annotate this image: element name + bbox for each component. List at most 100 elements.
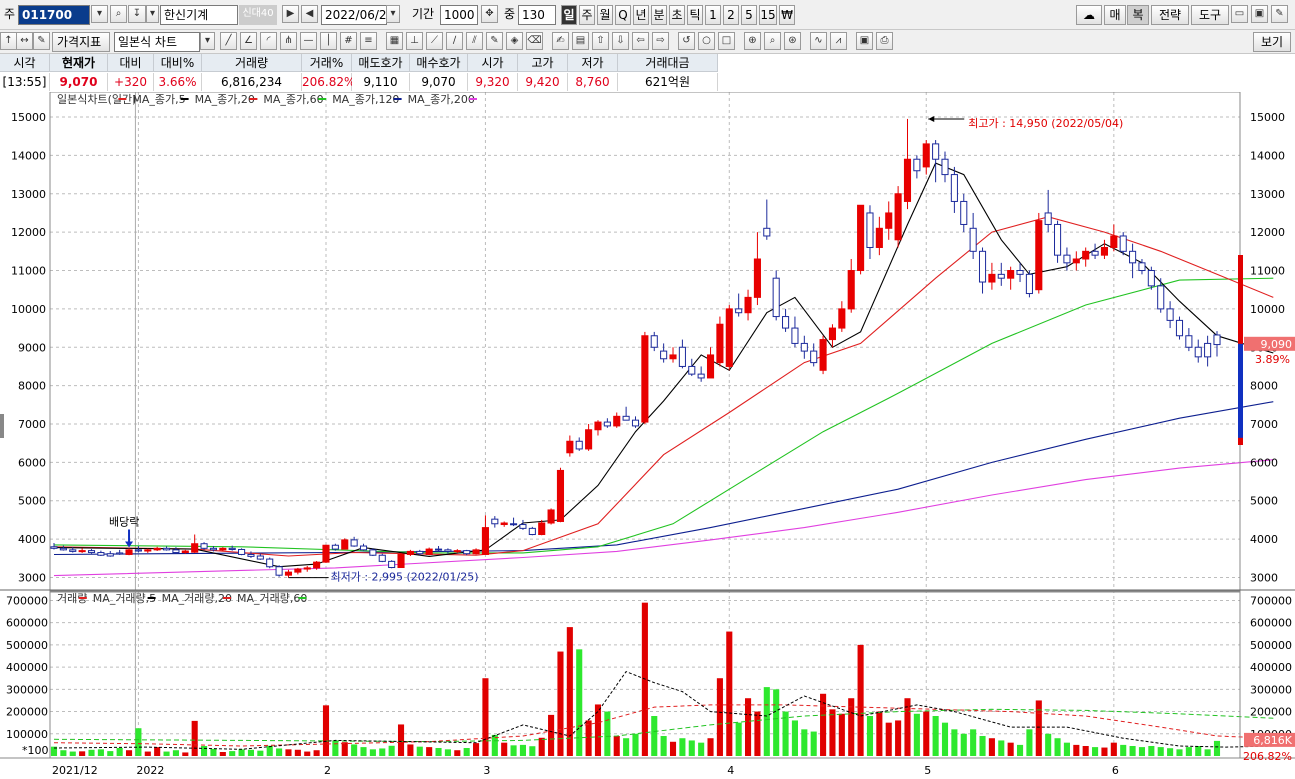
tools-button[interactable]: 도구 xyxy=(1191,5,1229,25)
rewind-icon[interactable]: ◀ xyxy=(301,5,318,23)
fibo-icon[interactable]: ≡ xyxy=(360,32,377,50)
wrench-icon[interactable]: ✎ xyxy=(1271,5,1288,23)
period-input[interactable]: 1000 xyxy=(440,5,478,25)
stock-name-field[interactable]: 한신기계 xyxy=(160,5,238,25)
chart-area[interactable]: 15000 15000 14000 14000 13000 13000 12000 12000… xyxy=(0,91,1295,777)
volume-bar xyxy=(548,714,555,756)
market-prefix[interactable]: 주 xyxy=(2,5,18,25)
candle-body xyxy=(1082,250,1090,260)
replay-icon[interactable]: ↺ xyxy=(678,32,695,50)
candle-body xyxy=(256,555,264,560)
left-icon[interactable]: ⇦ xyxy=(632,32,649,50)
pitchfork-icon[interactable]: ⋔ xyxy=(280,32,297,50)
down-icon[interactable]: ⇩ xyxy=(612,32,629,50)
period-icon[interactable]: ⊥ xyxy=(406,32,423,50)
zoom-icon[interactable]: ⊕ xyxy=(744,32,761,50)
memo-icon[interactable]: ▤ xyxy=(572,32,589,50)
folder-open-icon[interactable]: ▭ xyxy=(1231,5,1248,23)
volume-tick-left: 600000 xyxy=(6,617,48,630)
target-icon[interactable]: ⊛ xyxy=(784,32,801,50)
pencil-icon[interactable]: ✎ xyxy=(486,32,503,50)
hline-icon[interactable]: — xyxy=(300,32,317,50)
dropdown-arrow-icon[interactable]: ▾ xyxy=(91,5,108,23)
color-icon[interactable]: ◈ xyxy=(506,32,523,50)
candle-body xyxy=(1063,254,1071,264)
period-button-7[interactable]: 초 xyxy=(669,5,685,25)
period-button-11[interactable]: 5 xyxy=(741,5,757,25)
channel-icon[interactable]: ⫽ xyxy=(466,32,483,50)
trend-icon[interactable]: ∕ xyxy=(446,32,463,50)
angle-icon[interactable]: ∠ xyxy=(240,32,257,50)
search-icon[interactable]: ⌕ xyxy=(110,5,127,23)
cloud-icon[interactable]: ☁ xyxy=(1076,5,1102,25)
pattern-icon[interactable]: ⩘ xyxy=(830,32,847,50)
period-button-13[interactable]: ₩ xyxy=(779,5,795,25)
right-icon[interactable]: ⇨ xyxy=(652,32,669,50)
stock-code-input[interactable]: 011700 xyxy=(18,5,90,25)
dropdown-arrow-icon[interactable]: ▾ xyxy=(146,5,159,23)
export-icon[interactable]: ▣ xyxy=(856,32,873,50)
period-button-1[interactable]: 일 xyxy=(561,5,577,25)
play-icon[interactable]: ▶ xyxy=(282,5,299,23)
circle-icon[interactable]: ○ xyxy=(698,32,715,50)
period-button-12[interactable]: 15 xyxy=(759,5,777,25)
move-icon[interactable]: ✥ xyxy=(481,5,498,23)
arrow-up-icon[interactable]: ↑ xyxy=(0,32,17,50)
eraser-icon[interactable]: ⌫ xyxy=(526,32,543,50)
wave-icon[interactable]: ∿ xyxy=(810,32,827,50)
period-button-5[interactable]: 년 xyxy=(633,5,649,25)
period-button-8[interactable]: 틱 xyxy=(687,5,703,25)
stock-chart[interactable]: 15000 15000 14000 14000 13000 13000 12000 12000… xyxy=(0,91,1295,777)
price-legend-label-5: MA_종가,120 xyxy=(332,93,399,106)
up-icon[interactable]: ⇧ xyxy=(592,32,609,50)
strategy-button[interactable]: 전략 xyxy=(1151,5,1189,25)
calendar-dropdown-icon[interactable]: ▾ xyxy=(386,5,400,23)
fan-icon[interactable]: ◜ xyxy=(260,32,277,50)
candle-body xyxy=(1175,319,1184,337)
period-button-4[interactable]: Q xyxy=(615,5,631,25)
sort-icon[interactable]: ↧ xyxy=(128,5,146,23)
indicator-button[interactable]: 가격지표 xyxy=(52,32,110,52)
chart-type-select[interactable]: 일본식 차트 xyxy=(114,32,200,52)
candle-body xyxy=(922,143,930,168)
volume-bar xyxy=(754,711,761,756)
candle-body xyxy=(810,350,818,364)
rect-icon[interactable]: □ xyxy=(718,32,735,50)
vline-icon[interactable]: │ xyxy=(320,32,337,50)
volume-bar xyxy=(88,749,95,756)
count-input[interactable]: 130 xyxy=(518,5,556,25)
arrows-horizontal-icon[interactable]: ↔ xyxy=(16,32,33,50)
period-button-3[interactable]: 월 xyxy=(597,5,613,25)
arrow-up-icon[interactable]: ⟋ xyxy=(426,32,443,50)
volume-unit-label: *100 xyxy=(22,744,49,757)
edit-icon[interactable]: ✎ xyxy=(33,32,50,50)
save-icon[interactable]: ▣ xyxy=(1251,5,1268,23)
period-button-2[interactable]: 주 xyxy=(579,5,595,25)
volume-bar xyxy=(182,752,189,756)
table-icon[interactable]: ▦ xyxy=(386,32,403,50)
volume-bar xyxy=(304,751,311,756)
candle-body xyxy=(988,273,996,283)
print-icon[interactable]: ⎙ xyxy=(876,32,893,50)
date-input[interactable]: 2022/06/22 xyxy=(321,5,387,25)
period-button-10[interactable]: 2 xyxy=(723,5,739,25)
candle-body xyxy=(566,440,574,454)
high-price-note: 최고가 : 14,950 (2022/05/04) xyxy=(968,117,1123,130)
volume-tick-left: 200000 xyxy=(6,706,48,719)
grid-icon[interactable]: # xyxy=(340,32,357,50)
volume-bar xyxy=(1063,742,1070,756)
period-button-6[interactable]: 분 xyxy=(651,5,667,25)
compound-button[interactable]: 복 xyxy=(1127,5,1149,25)
view-button[interactable]: 보기 xyxy=(1253,32,1291,52)
quote-value-11: 8,760 xyxy=(568,73,618,91)
volume-bar xyxy=(941,722,949,756)
quote-header-3: 대비 xyxy=(108,54,154,72)
chart-type-dropdown-icon[interactable]: ▾ xyxy=(200,32,215,50)
edit-icon[interactable]: ✍ xyxy=(552,32,569,50)
price-tick-right: 8000 xyxy=(1250,380,1278,393)
period-button-9[interactable]: 1 xyxy=(705,5,721,25)
buy-sell-button[interactable]: 매 xyxy=(1104,5,1126,25)
x-axis-label: 2 xyxy=(324,764,331,776)
magnify-icon[interactable]: ⌕ xyxy=(764,32,781,50)
line-icon[interactable]: ╱ xyxy=(220,32,237,50)
